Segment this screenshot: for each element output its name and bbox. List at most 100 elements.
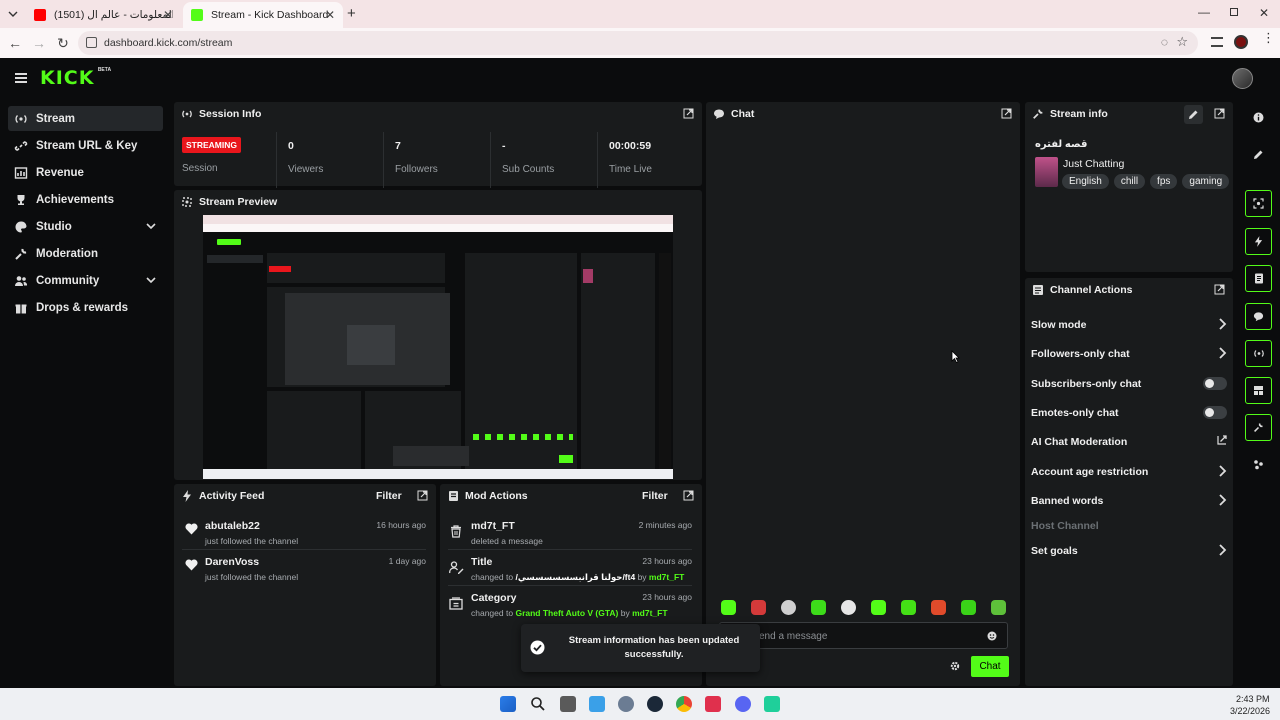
site-info-icon[interactable] <box>86 37 97 48</box>
emote-6[interactable] <box>871 600 886 615</box>
tag-chip[interactable]: English <box>1062 174 1109 189</box>
edit-stream-info-button[interactable] <box>1184 105 1203 124</box>
sidebar-item-moderation[interactable]: Moderation <box>8 241 163 266</box>
emote-9[interactable] <box>961 600 976 615</box>
info-button[interactable] <box>1245 104 1272 131</box>
emote-7[interactable] <box>901 600 916 615</box>
edit-button[interactable] <box>1245 141 1272 168</box>
app-red-icon[interactable] <box>705 696 721 712</box>
tab-search-button[interactable] <box>6 7 20 21</box>
chat-button[interactable] <box>1245 303 1272 330</box>
sidebar-item-community[interactable]: Community <box>8 268 163 293</box>
mod-filter-button[interactable]: Filter <box>642 490 668 502</box>
kick-logo[interactable]: KICK BETA <box>40 67 111 89</box>
sidebar-item-studio[interactable]: Studio <box>8 214 163 239</box>
changed-category-value[interactable]: Grand Theft Auto V (GTA) <box>515 608 618 618</box>
notes-button[interactable] <box>1245 265 1272 292</box>
url-field[interactable]: dashboard.kick.com/stream ◌ ☆ <box>78 31 1198 55</box>
file-explorer-icon[interactable] <box>589 696 605 712</box>
chat-input[interactable]: end a message <box>719 622 1008 649</box>
chevron-down-icon[interactable] <box>145 220 157 232</box>
app-teal-icon[interactable] <box>764 696 780 712</box>
ai-chat-moderation-item[interactable]: AI Chat Moderation <box>1031 432 1227 452</box>
mod-action-text: changed to Grand Theft Auto V (GTA) by m… <box>471 608 692 618</box>
close-tab-icon[interactable]: ✕ <box>325 8 335 22</box>
forward-icon[interactable]: → <box>30 34 48 52</box>
tag-chip[interactable]: gaming <box>1182 174 1230 189</box>
emotes-only-toggle[interactable] <box>1203 406 1227 419</box>
gear-icon[interactable] <box>950 661 960 671</box>
sidebar-item-stream[interactable]: Stream <box>8 106 163 131</box>
slow-mode-item[interactable]: Slow mode <box>1031 315 1227 335</box>
activity-text: just followed the channel <box>205 572 299 582</box>
popout-icon[interactable] <box>683 108 694 119</box>
windows-start-icon[interactable] <box>500 696 516 712</box>
panel-title: Mod Actions <box>465 490 528 502</box>
emote-10[interactable] <box>991 600 1006 615</box>
chrome-icon[interactable] <box>676 696 692 712</box>
moderator-name[interactable]: md7t_FT <box>632 608 667 618</box>
sidebar-item-achievements[interactable]: Achievements <box>8 187 163 212</box>
eye-off-icon[interactable]: ◌ <box>1161 35 1168 49</box>
more-actions-button[interactable] <box>1245 451 1272 478</box>
broadcast-button[interactable] <box>1245 340 1272 367</box>
activity-filter-button[interactable]: Filter <box>376 490 402 502</box>
popout-icon[interactable] <box>683 490 694 501</box>
subscribers-only-toggle[interactable] <box>1203 377 1227 390</box>
chevron-down-icon[interactable] <box>145 274 157 286</box>
moderator-name[interactable]: md7t_FT <box>649 572 684 582</box>
browser-tab-youtube[interactable]: (1501) تحدي المعلومات - عالم ال ✕ <box>26 2 181 28</box>
search-icon[interactable] <box>530 696 546 712</box>
tag-chip[interactable]: fps <box>1150 174 1178 189</box>
browser-menu-icon[interactable]: ⋮ <box>1262 31 1275 44</box>
user-avatar[interactable] <box>1232 68 1253 89</box>
layout-button[interactable] <box>1245 377 1272 404</box>
restore-button[interactable] <box>1230 8 1238 16</box>
banned-words-item[interactable]: Banned words <box>1031 491 1227 511</box>
emote-3[interactable] <box>781 600 796 615</box>
emote-1[interactable] <box>721 600 736 615</box>
emote-5[interactable] <box>841 600 856 615</box>
stream-preview-video[interactable] <box>203 215 673 479</box>
layout-icon <box>1254 386 1263 395</box>
close-window-button[interactable]: ✕ <box>1259 6 1269 20</box>
discord-icon[interactable] <box>735 696 751 712</box>
bookmark-star-icon[interactable]: ☆ <box>1176 34 1188 50</box>
pencil-icon <box>1189 110 1198 119</box>
sidebar-item-drops-rewards[interactable]: Drops & rewards <box>8 295 163 320</box>
new-tab-button[interactable]: + <box>347 5 356 22</box>
followers-only-chat-item[interactable]: Followers-only chat <box>1031 344 1227 364</box>
account-age-restriction-item[interactable]: Account age restriction <box>1031 462 1227 482</box>
lightning-button[interactable] <box>1245 228 1272 255</box>
moderation-button[interactable] <box>1245 414 1272 441</box>
popout-icon[interactable] <box>1001 108 1012 119</box>
settings-app-icon[interactable] <box>618 696 634 712</box>
screenshot-button[interactable] <box>1245 190 1272 217</box>
popout-icon[interactable] <box>1214 284 1225 295</box>
emote-2[interactable] <box>751 600 766 615</box>
category-name[interactable]: Just Chatting <box>1063 158 1124 170</box>
hamburger-menu-icon[interactable] <box>15 73 27 83</box>
set-goals-item[interactable]: Set goals <box>1031 541 1227 561</box>
task-view-icon[interactable] <box>560 696 576 712</box>
back-icon[interactable]: ← <box>6 34 24 52</box>
sidebar-item-revenue[interactable]: Revenue <box>8 160 163 185</box>
send-chat-button[interactable]: Chat <box>971 656 1009 677</box>
browser-tab-kick[interactable]: Stream - Kick Dashboard ✕ <box>183 2 343 28</box>
tag-chip[interactable]: chill <box>1113 174 1146 189</box>
panel-title: Stream Preview <box>199 196 278 208</box>
popout-icon[interactable] <box>417 490 428 501</box>
profile-avatar[interactable] <box>1234 35 1248 49</box>
sidebar-item-stream-url-key[interactable]: Stream URL & Key <box>8 133 163 158</box>
reload-icon[interactable]: ↻ <box>54 34 72 52</box>
steam-icon[interactable] <box>647 696 663 712</box>
activity-feed-panel: Activity Feed Filter abutaleb22 just fol… <box>174 484 436 686</box>
emoji-icon[interactable] <box>987 631 997 641</box>
minimize-button[interactable]: — <box>1198 5 1210 19</box>
close-tab-icon[interactable]: ✕ <box>163 8 173 22</box>
action-label: Subscribers-only chat <box>1031 378 1142 390</box>
popout-icon[interactable] <box>1214 108 1225 119</box>
media-controls-icon[interactable] <box>1211 37 1223 47</box>
emote-8[interactable] <box>931 600 946 615</box>
emote-4[interactable] <box>811 600 826 615</box>
